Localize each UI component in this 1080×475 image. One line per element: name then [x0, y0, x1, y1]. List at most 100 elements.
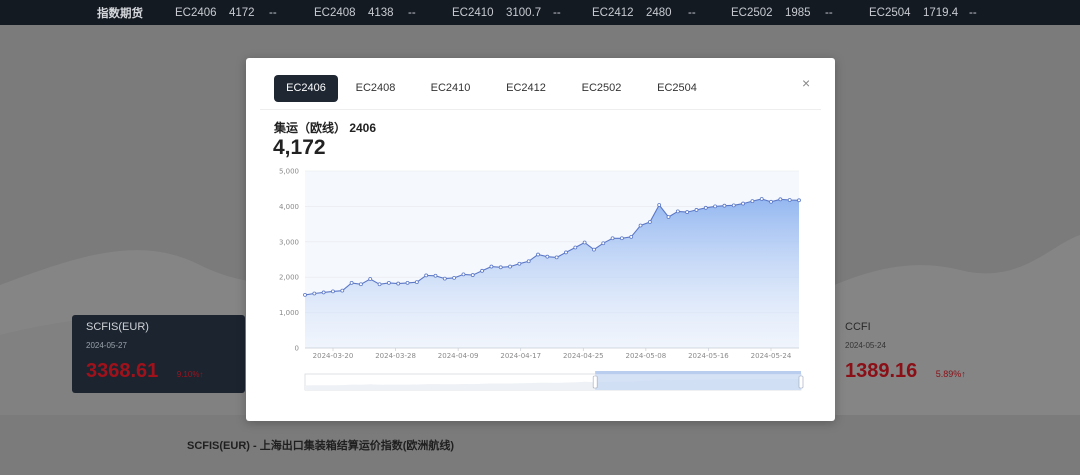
data-point	[554, 255, 559, 260]
ccfi-card[interactable]: CCFI 2024-05-24 1389.16 5.89%↑	[835, 315, 1005, 395]
data-point	[582, 240, 587, 245]
ticker-code: EC2504	[869, 6, 911, 19]
data-point	[629, 234, 634, 239]
ticker-price: 3100.7	[506, 6, 542, 19]
data-point	[498, 265, 503, 270]
x-tick-label: 2024-03-28	[375, 352, 416, 360]
data-point	[592, 247, 596, 252]
data-point	[377, 282, 382, 287]
zoom-slider-handle[interactable]	[592, 375, 598, 389]
ticker-item[interactable]: EC2504 1719.4 --	[869, 7, 989, 19]
ticker-price: 4172	[229, 6, 255, 19]
data-point	[675, 209, 680, 214]
card-date: 2024-05-27	[86, 341, 127, 350]
futures-ticker-bar: 指数期货 EC2406 4172 -- EC2408 4138 -- EC241…	[0, 0, 1080, 25]
data-point	[340, 288, 345, 293]
ticker-price: 2480	[646, 6, 672, 19]
data-point	[405, 280, 410, 285]
x-tick-label: 2024-04-09	[438, 352, 479, 360]
y-tick-label: 2,000	[279, 274, 299, 282]
ticker-change: --	[969, 6, 977, 19]
ticker-item[interactable]: EC2412 2480 --	[592, 7, 708, 19]
zoom-slider-window[interactable]	[595, 374, 801, 390]
y-tick-label: 5,000	[279, 168, 299, 176]
data-point	[396, 281, 401, 286]
data-point	[545, 254, 550, 259]
data-point	[303, 292, 307, 297]
data-point	[620, 236, 624, 241]
zoom-slider-bar	[595, 371, 801, 374]
data-point	[722, 203, 727, 208]
data-point	[778, 197, 783, 202]
data-point	[508, 264, 512, 269]
ticker-price: 4138	[368, 6, 394, 19]
ticker-change: --	[269, 6, 277, 19]
ticker-code: EC2502	[731, 6, 773, 19]
data-point	[386, 280, 391, 285]
data-point	[666, 215, 671, 219]
ticker-item[interactable]: EC2408 4138 --	[314, 7, 428, 19]
card-title: CCFI	[845, 321, 871, 333]
ticker-code: EC2412	[592, 6, 634, 19]
data-point	[750, 199, 755, 203]
card-change: 9.10%↑	[176, 370, 204, 379]
data-point	[331, 289, 335, 294]
data-point	[368, 277, 373, 281]
ticker-change: --	[408, 6, 416, 19]
ticker-price: 1985	[785, 6, 811, 19]
data-point	[713, 204, 718, 209]
ticker-code: EC2410	[452, 6, 494, 19]
scfis-eur-card[interactable]: SCFIS(EUR) 2024-05-27 3368.61 9.10%↑	[72, 315, 245, 393]
data-point	[433, 273, 438, 278]
y-tick-label: 0	[295, 345, 299, 353]
ticker-change: --	[688, 6, 696, 19]
data-point	[638, 223, 643, 228]
data-point	[321, 290, 326, 295]
card-title: SCFIS(EUR)	[86, 321, 149, 333]
ticker-item[interactable]: EC2410 3100.7 --	[452, 7, 573, 19]
data-point	[703, 205, 708, 210]
x-tick-label: 2024-03-20	[313, 352, 354, 360]
data-point	[517, 261, 522, 266]
card-value: 1389.16	[845, 360, 918, 382]
ticker-price: 1719.4	[923, 6, 959, 19]
ticker-item[interactable]: EC2406 4172 --	[175, 7, 289, 19]
ticker-item[interactable]: EC2502 1985 --	[731, 7, 845, 19]
y-tick-label: 3,000	[279, 238, 299, 246]
data-point	[731, 203, 736, 208]
data-point	[424, 273, 429, 278]
data-point	[536, 252, 540, 257]
data-point	[564, 250, 568, 255]
card-change: 5.89%↑	[935, 369, 966, 379]
x-tick-label: 2024-04-17	[500, 352, 541, 360]
x-tick-label: 2024-05-24	[751, 352, 792, 360]
ticker-change: --	[825, 6, 833, 19]
data-point	[787, 198, 792, 202]
ticker-code: EC2406	[175, 6, 217, 19]
data-point	[461, 272, 466, 277]
data-point	[349, 280, 354, 285]
data-point	[797, 198, 801, 203]
ticker-code: EC2408	[314, 6, 356, 19]
data-point	[657, 203, 662, 207]
data-point	[694, 208, 699, 212]
zoom-slider-handle[interactable]	[798, 375, 804, 389]
data-point	[470, 273, 475, 277]
index-caption: SCFIS(EUR) - 上海出口集装箱结算运价指数(欧洲航线)	[187, 440, 455, 452]
futures-chart-modal: EC2406 EC2408 EC2410 EC2412 EC2502 EC250…	[246, 58, 835, 421]
card-date: 2024-05-24	[845, 341, 886, 350]
data-point	[573, 245, 578, 250]
y-tick-label: 1,000	[279, 309, 299, 317]
data-point	[442, 276, 447, 281]
data-point	[452, 276, 457, 280]
x-tick-label: 2024-05-16	[688, 352, 729, 360]
x-tick-label: 2024-05-08	[626, 352, 667, 360]
data-point	[359, 282, 363, 287]
ticker-change: --	[553, 6, 561, 19]
data-point	[610, 236, 615, 241]
data-point	[601, 241, 606, 246]
data-point	[489, 264, 494, 269]
data-point	[526, 259, 531, 264]
data-point	[480, 268, 484, 273]
price-area-chart[interactable]: 0 1,000 2,000 3,000 4,000 5,000 2024-03-20 2024…	[246, 58, 835, 421]
